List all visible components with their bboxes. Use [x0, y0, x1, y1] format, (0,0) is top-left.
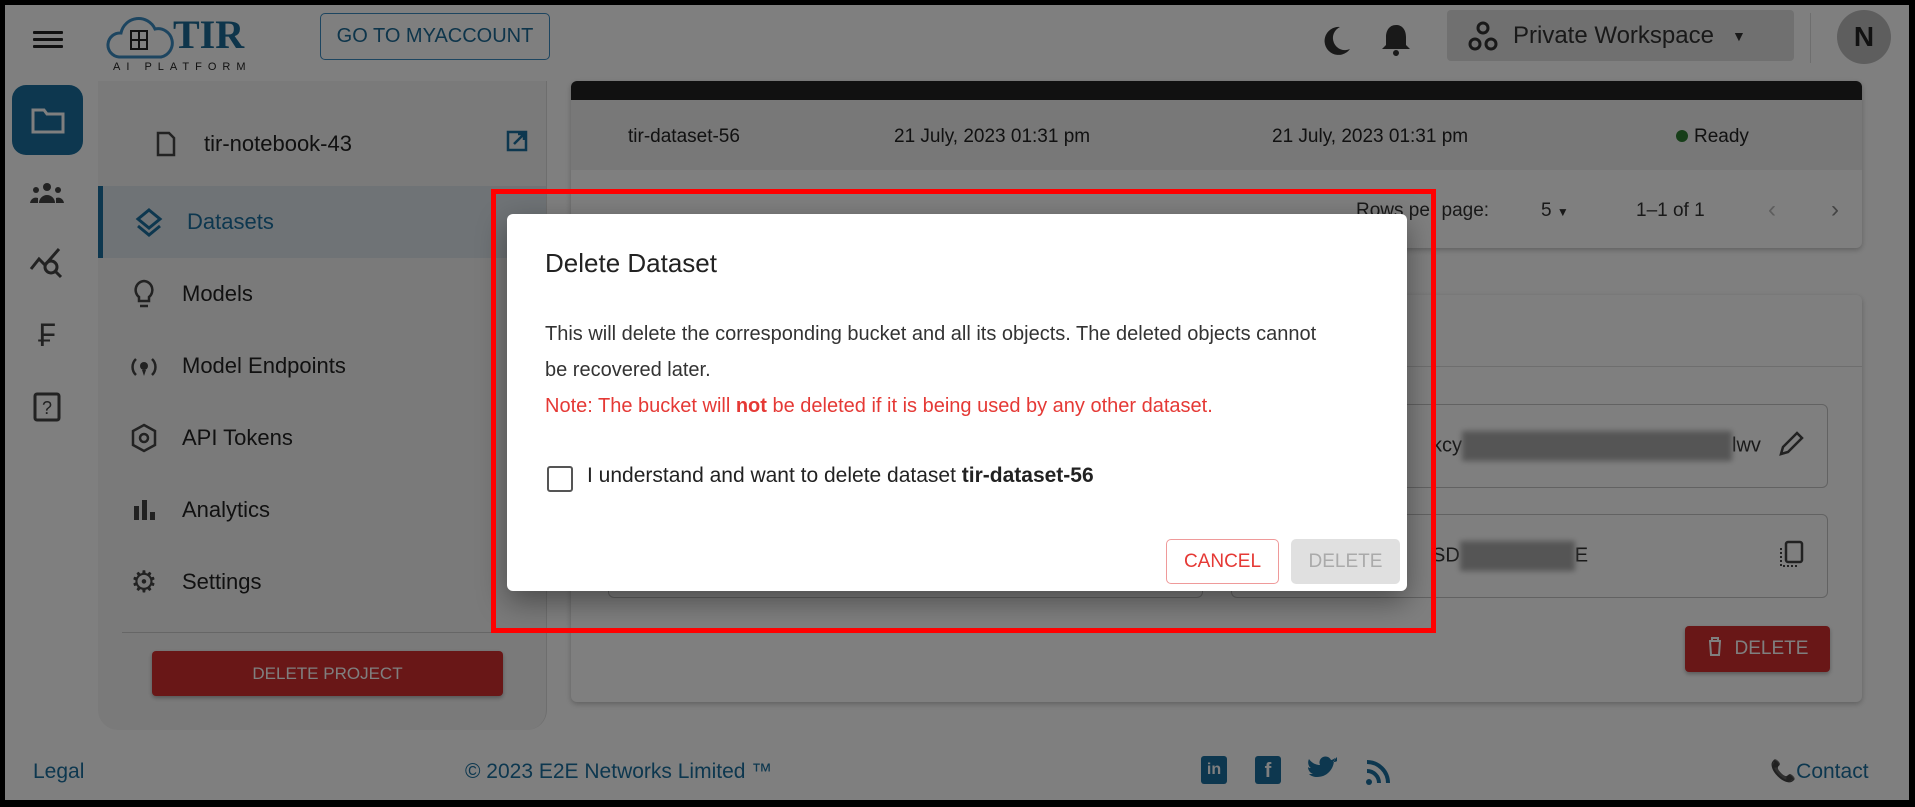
highlight-box — [491, 189, 1436, 633]
app: TIR AI PLATFORM GO TO MYACCOUNT Private … — [5, 5, 1909, 800]
